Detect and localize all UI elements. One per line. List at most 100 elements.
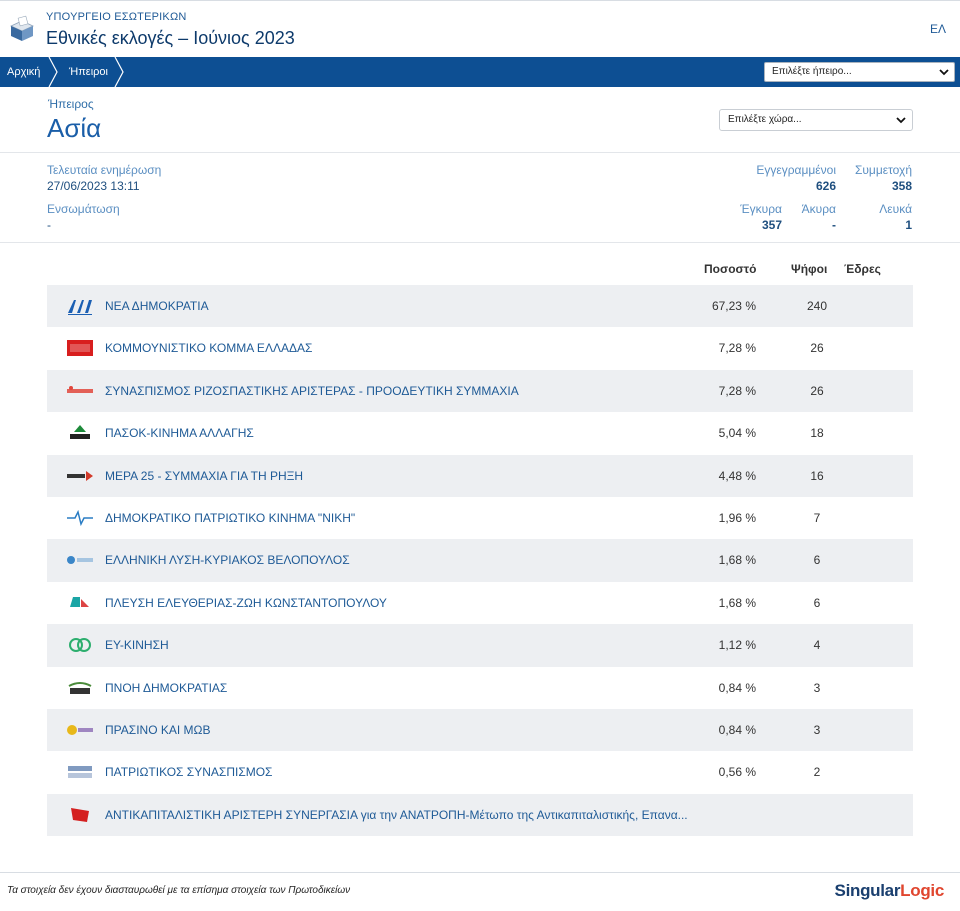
region-header: Ήπειρος Ασία Επιλέξτε χώρα...	[0, 87, 960, 153]
region-kicker: Ήπειρος	[48, 97, 94, 111]
site-footer: Τα στοιχεία δεν έχουν διασταυρωθεί με τα…	[0, 872, 960, 911]
mera25-logo-icon	[67, 470, 93, 481]
table-row[interactable]: ΔΗΜΟΚΡΑΤΙΚΟ ΠΑΤΡΙΩΤΙΚΟ ΚΙΝΗΜΑ "ΝΙΚΗ" 1,96…	[47, 497, 913, 539]
party-percent: 7,28 %	[718, 341, 756, 356]
last-update-value: 27/06/2023 13:11	[47, 179, 140, 193]
party-name[interactable]: ΑΝΤΙΚΑΠΙΤΑΛΙΣΤΙΚΗ ΑΡΙΣΤΕΡΗ ΣΥΝΕΡΓΑΣΙΑ γι…	[105, 794, 688, 836]
blank-label: Λευκά	[879, 202, 912, 216]
country-select[interactable]: Επιλέξτε χώρα...	[719, 109, 913, 131]
invalid-label: Άκυρα	[801, 202, 836, 216]
syriza-logo-icon	[67, 385, 93, 393]
turnout-value: 358	[891, 179, 912, 193]
integration-value: -	[47, 218, 51, 232]
continent-select-value: Επιλέξτε ήπειρο...	[772, 66, 852, 77]
plefsi-logo-icon	[70, 596, 89, 607]
party-votes: 18	[810, 426, 824, 441]
column-header-percent: Ποσοστό	[704, 262, 757, 276]
party-name[interactable]: ΕΛΛΗΝΙΚΗ ΛΥΣΗ-ΚΥΡΙΑΚΟΣ ΒΕΛΟΠΟΥΛΟΣ	[105, 539, 350, 581]
country-select-value: Επιλέξτε χώρα...	[728, 114, 802, 125]
table-row[interactable]: ΠΑΣΟΚ-ΚΙΝΗΜΑ ΑΛΛΑΓΗΣ 5,04 % 18	[47, 412, 913, 454]
party-votes: 6	[813, 553, 821, 568]
party-name[interactable]: ΠΡΑΣΙΝΟ ΚΑΙ ΜΩΒ	[105, 709, 211, 751]
party-name[interactable]: ΕΥ-ΚΙΝΗΣΗ	[105, 624, 169, 666]
column-header-votes: Ψήφοι	[791, 262, 828, 276]
breadcrumb-separator-icon	[114, 57, 124, 87]
party-votes: 3	[813, 680, 821, 695]
breadcrumb-home[interactable]: Αρχική	[7, 57, 40, 87]
last-update-label: Τελευταία ενημέρωση	[47, 163, 162, 177]
column-header-seats: Έδρες	[844, 262, 881, 276]
party-percent: 5,04 %	[718, 426, 756, 441]
pasok-logo-icon	[70, 425, 90, 440]
chevron-down-icon	[896, 117, 906, 124]
party-votes: 4	[813, 638, 821, 653]
ey-kinisi-logo-icon	[69, 638, 91, 653]
party-percent: 1,68 %	[718, 553, 756, 568]
party-name[interactable]: ΔΗΜΟΚΡΑΤΙΚΟ ΠΑΤΡΙΩΤΙΚΟ ΚΙΝΗΜΑ "ΝΙΚΗ"	[105, 497, 355, 539]
valid-label: Έγκυρα	[740, 202, 782, 216]
footer-disclaimer: Τα στοιχεία δεν έχουν διασταυρωθεί με τα…	[7, 885, 351, 896]
party-votes: 16	[810, 468, 824, 483]
party-percent: 0,56 %	[718, 765, 756, 780]
continent-select[interactable]: Επιλέξτε ήπειρο...	[764, 62, 955, 82]
turnout-label: Συμμετοχή	[854, 163, 912, 177]
party-name[interactable]: ΣΥΝΑΣΠΙΣΜΟΣ ΡΙΖΟΣΠΑΣΤΙΚΗΣ ΑΡΙΣΤΕΡΑΣ - ΠΡ…	[105, 370, 519, 412]
niki-logo-icon	[67, 509, 93, 527]
party-votes: 26	[810, 341, 824, 356]
party-percent: 0,84 %	[718, 722, 756, 737]
integration-label: Ενσωμάτωση	[47, 202, 120, 216]
party-name[interactable]: ΝΕΑ ΔΗΜΟΚΡΑΤΙΑ	[105, 285, 209, 327]
party-votes: 2	[813, 765, 821, 780]
table-row[interactable]: ΑΝΤΙΚΑΠΙΤΑΛΙΣΤΙΚΗ ΑΡΙΣΤΕΡΗ ΣΥΝΕΡΓΑΣΙΑ γι…	[47, 793, 913, 837]
party-votes: 3	[813, 722, 821, 737]
party-percent: 0,84 %	[718, 680, 756, 695]
party-percent: 1,12 %	[718, 638, 756, 653]
party-votes	[787, 794, 847, 836]
party-votes: 26	[810, 383, 824, 398]
party-votes: 240	[806, 299, 828, 313]
site-header: ΥΠΟΥΡΓΕΙΟ ΕΣΩΤΕΡΙΚΩΝ Εθνικές εκλογές – Ι…	[0, 0, 960, 57]
blank-value: 1	[905, 218, 912, 232]
nd-logo-icon	[68, 300, 92, 315]
breadcrumb-continents[interactable]: Ήπειροι	[69, 57, 108, 87]
party-percent: 1,68 %	[718, 595, 756, 610]
table-row[interactable]: ΠΝΟΗ ΔΗΜΟΚΡΑΤΙΑΣ 0,84 % 3	[47, 667, 913, 709]
brand-main: Singular	[834, 881, 901, 900]
kke-logo-icon	[67, 340, 93, 357]
party-name[interactable]: ΠΛΕΥΣΗ ΕΛΕΥΘΕΡΙΑΣ-ΖΩΗ ΚΩΝΣΤΑΝΤΟΠΟΥΛΟΥ	[105, 582, 387, 624]
table-row[interactable]: ΕΛΛΗΝΙΚΗ ΛΥΣΗ-ΚΥΡΙΑΚΟΣ ΒΕΛΟΠΟΥΛΟΣ 1,68 % 6	[47, 539, 913, 582]
table-row[interactable]: ΝΕΑ ΔΗΜΟΚΡΑΤΙΑ 67,23 % 240	[47, 285, 913, 328]
chevron-down-icon	[939, 69, 949, 76]
antarsya-logo-icon	[71, 807, 89, 822]
language-switch[interactable]: ΕΛ	[930, 22, 946, 36]
ballot-box-icon	[10, 15, 34, 41]
table-row[interactable]: ΚΟΜΜΟΥΝΙΣΤΙΚΟ ΚΟΜΜΑ ΕΛΛΑΔΑΣ 7,28 % 26	[47, 327, 913, 369]
table-row[interactable]: ΠΛΕΥΣΗ ΕΛΕΥΘΕΡΙΑΣ-ΖΩΗ ΚΩΝΣΤΑΝΤΟΠΟΥΛΟΥ 1,6…	[47, 582, 913, 624]
party-votes: 6	[813, 595, 821, 610]
page-title[interactable]: Εθνικές εκλογές – Ιούνιος 2023	[46, 28, 295, 49]
table-row[interactable]: ΕΥ-ΚΙΝΗΣΗ 1,12 % 4	[47, 624, 913, 667]
brand-accent: Logic	[900, 881, 944, 900]
party-name[interactable]: ΠΑΣΟΚ-ΚΙΝΗΜΑ ΑΛΛΑΓΗΣ	[105, 412, 254, 454]
registered-value: 626	[815, 179, 836, 193]
brand-logo: SingularLogic	[834, 881, 945, 901]
breadcrumb-separator-icon	[48, 57, 58, 87]
region-name: Ασία	[47, 113, 102, 143]
party-percent: 67,23 %	[711, 299, 756, 313]
pnoi-logo-icon	[68, 681, 92, 694]
breadcrumb-bar: Αρχική Ήπειροι Επιλέξτε ήπειρο...	[0, 57, 960, 87]
table-row[interactable]: ΠΡΑΣΙΝΟ ΚΑΙ ΜΩΒ 0,84 % 3	[47, 708, 913, 752]
party-name[interactable]: ΠΑΤΡΙΩΤΙΚΟΣ ΣΥΝΑΣΠΙΣΜΟΣ	[105, 751, 272, 793]
party-percent: 7,28 %	[718, 383, 756, 398]
party-name[interactable]: ΜΕΡΑ 25 - ΣΥΜΜΑΧΙΑ ΓΙΑ ΤΗ ΡΗΞΗ	[105, 455, 303, 497]
party-percent: 1,96 %	[718, 510, 756, 525]
summary-info: Τελευταία ενημέρωση 27/06/2023 13:11 Ενσ…	[0, 153, 960, 243]
party-name[interactable]: ΚΟΜΜΟΥΝΙΣΤΙΚΟ ΚΟΜΜΑ ΕΛΛΑΔΑΣ	[105, 327, 312, 369]
patriotikos-logo-icon	[68, 766, 92, 779]
party-name[interactable]: ΠΝΟΗ ΔΗΜΟΚΡΑΤΙΑΣ	[105, 667, 227, 709]
table-row[interactable]: ΣΥΝΑΣΠΙΣΜΟΣ ΡΙΖΟΣΠΑΣΤΙΚΗΣ ΑΡΙΣΤΕΡΑΣ - ΠΡ…	[47, 369, 913, 413]
valid-value: 357	[761, 218, 782, 232]
ministry-label: ΥΠΟΥΡΓΕΙΟ ΕΣΩΤΕΡΙΚΩΝ	[46, 11, 187, 23]
table-row[interactable]: ΜΕΡΑ 25 - ΣΥΜΜΑΧΙΑ ΓΙΑ ΤΗ ΡΗΞΗ 4,48 % 16	[47, 454, 913, 497]
table-row[interactable]: ΠΑΤΡΙΩΤΙΚΟΣ ΣΥΝΑΣΠΙΣΜΟΣ 0,56 % 2	[47, 751, 913, 793]
